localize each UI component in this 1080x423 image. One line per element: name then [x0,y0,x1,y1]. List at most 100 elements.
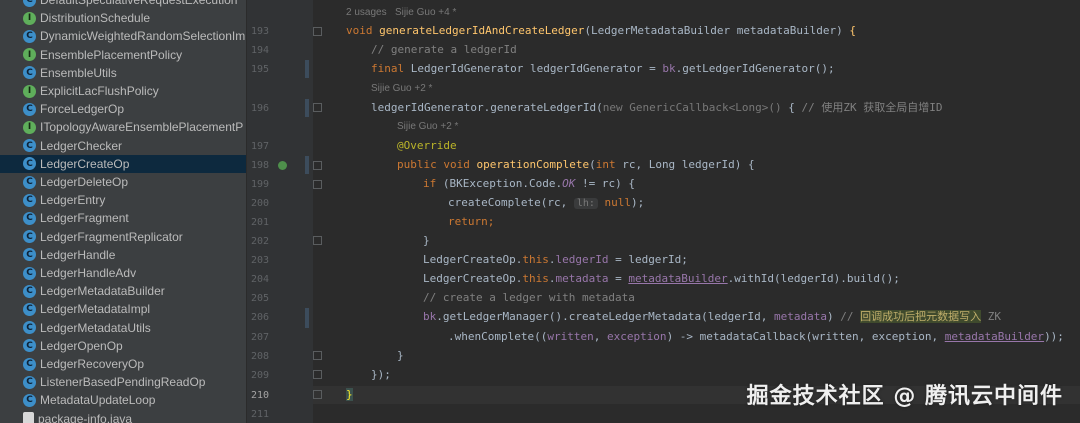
line-number[interactable]: 211 [247,409,269,420]
vcs-change-marker[interactable] [305,308,309,328]
tree-item-label: DistributionSchedule [40,11,151,26]
code-editor[interactable]: 193 194 195 196 197 198 199 200 201 202 203 204 205 2… [247,0,1080,423]
line-number[interactable]: 201 [247,217,269,228]
tree-item[interactable]: C LedgerRecoveryOp [0,355,246,373]
tree-item[interactable]: C LedgerFragmentReplicator [0,228,246,246]
class-icon: C [23,302,36,316]
line-number[interactable]: 197 [247,141,269,152]
class-icon: C [23,157,36,171]
tree-item[interactable]: C LedgerOpenOp [0,337,246,355]
code-line-203[interactable]: LedgerCreateOp.this.ledgerId = ledgerId; [423,251,688,269]
tree-item[interactable]: I ExplicitLacFlushPolicy [0,82,246,100]
fold-toggle-icon[interactable] [313,180,322,189]
fold-toggle-icon[interactable] [313,161,322,170]
tree-item-label: LedgerFragment [40,211,129,226]
line-number[interactable]: 205 [247,293,269,304]
tree-item-label: LedgerMetadataImpl [40,302,151,317]
tree-item[interactable]: I DistributionSchedule [0,9,246,27]
code-line-193[interactable]: void generateLedgerIdAndCreateLedger(Led… [346,22,856,40]
code-line-206[interactable]: bk.getLedgerManager().createLedgerMetada… [423,308,1001,326]
tree-item[interactable]: C DefaultSpeculativeRequestExecution [0,0,246,9]
tree-item[interactable]: C LedgerHandleAdv [0,264,246,282]
tree-item-label: DynamicWeightedRandomSelectionIm [40,29,246,44]
class-icon: C [23,102,36,116]
file-icon [23,412,34,423]
tree-item[interactable]: C EnsembleUtils [0,64,246,82]
tree-item[interactable]: package-info.java [0,410,246,423]
class-icon: C [23,375,36,389]
vcs-change-marker[interactable] [305,156,309,174]
line-number[interactable]: 200 [247,198,269,209]
editor-gutter[interactable]: 193 194 195 196 197 198 199 200 201 202 203 204 205 2… [247,0,313,423]
code-line-195[interactable]: final LedgerIdGenerator ledgerIdGenerato… [371,60,835,78]
class-icon: C [23,321,36,335]
code-line-197[interactable]: @Override [397,137,457,155]
tree-item[interactable]: C LedgerMetadataUtils [0,319,246,337]
class-icon: C [23,393,36,407]
fold-toggle-icon[interactable] [313,27,322,36]
line-number[interactable]: 203 [247,255,269,266]
parameter-name-hint: lh: [573,198,598,209]
tree-item-label: LedgerOpenOp [40,338,123,353]
line-number[interactable]: 193 [247,26,269,37]
tree-item[interactable]: C LedgerMetadataImpl [0,300,246,318]
tree-item[interactable]: C LedgerMetadataBuilder [0,282,246,300]
line-number[interactable]: 196 [247,103,269,114]
class-icon: C [23,66,36,80]
vcs-change-marker[interactable] [305,99,309,117]
line-number[interactable]: 199 [247,179,269,190]
tree-item[interactable]: I EnsemblePlacementPolicy [0,46,246,64]
code-line-202[interactable]: } [423,232,430,250]
interface-icon: I [23,11,36,25]
code-line-198[interactable]: public void operationComplete(int rc, Lo… [397,156,755,174]
line-number[interactable]: 204 [247,274,269,285]
tree-item[interactable]: C LedgerChecker [0,137,246,155]
line-number[interactable]: 194 [247,45,269,56]
tree-item[interactable]: C LedgerEntry [0,191,246,209]
tree-item-label: MetadataUpdateLoop [40,393,156,408]
tree-item-label: ExplicitLacFlushPolicy [40,84,159,98]
fold-toggle-icon[interactable] [313,370,322,379]
tree-item-label: LedgerHandle [40,247,116,262]
tree-item[interactable]: C ForceLedgerOp [0,100,246,118]
code-line-210[interactable]: } [346,386,353,404]
tree-item[interactable]: C LedgerCreateOp [0,154,246,173]
code-line-201[interactable]: return; [448,213,494,231]
usages-hint[interactable]: 2 usages Sijie Guo +4 * [346,6,456,20]
fold-toggle-icon[interactable] [313,103,322,112]
code-line-194[interactable]: // generate a ledgerId [371,41,517,59]
line-number[interactable]: 209 [247,370,269,381]
line-number[interactable]: 198 [247,160,269,171]
tree-item[interactable]: C DynamicWeightedRandomSelectionIm [0,27,246,45]
code-line-204[interactable]: LedgerCreateOp.this.metadata = metadataB… [423,270,900,288]
fold-toggle-icon[interactable] [313,351,322,360]
code-line-207[interactable]: .whenComplete((written, exception) -> me… [448,328,1064,346]
author-hint[interactable]: Sijie Guo +2 * [397,120,458,134]
code-line-205[interactable]: // create a ledger with metadata [423,289,635,307]
override-method-icon[interactable] [278,161,287,170]
line-number[interactable]: 210 [247,390,269,401]
line-number[interactable]: 208 [247,351,269,362]
line-number[interactable]: 206 [247,312,269,323]
author-hint[interactable]: Sijie Guo +4 * [395,7,456,18]
line-number[interactable]: 207 [247,332,269,343]
fold-toggle-icon[interactable] [313,236,322,245]
class-icon: C [23,211,36,225]
tree-item[interactable]: C LedgerFragment [0,209,246,227]
tree-item[interactable]: C LedgerDeleteOp [0,173,246,191]
line-number[interactable]: 202 [247,236,269,247]
vcs-change-marker[interactable] [305,60,309,78]
fold-toggle-icon[interactable] [313,390,322,399]
tree-item[interactable]: I ITopologyAwareEnsemblePlacementP [0,118,246,136]
tree-item[interactable]: C ListenerBasedPendingReadOp [0,373,246,391]
author-hint[interactable]: Sijie Guo +2 * [371,82,432,96]
tree-item[interactable]: C MetadataUpdateLoop [0,391,246,409]
code-line-196[interactable]: ledgerIdGenerator.generateLedgerId(new G… [371,99,942,117]
code-line-209[interactable]: }); [371,366,391,384]
tree-item[interactable]: C LedgerHandle [0,246,246,264]
code-line-199[interactable]: if (BKException.Code.OK != rc) { [423,175,635,193]
code-line-208[interactable]: } [397,347,404,365]
interface-icon: I [23,120,36,134]
code-line-200[interactable]: createComplete(rc, lh: null); [448,194,644,212]
line-number[interactable]: 195 [247,64,269,75]
